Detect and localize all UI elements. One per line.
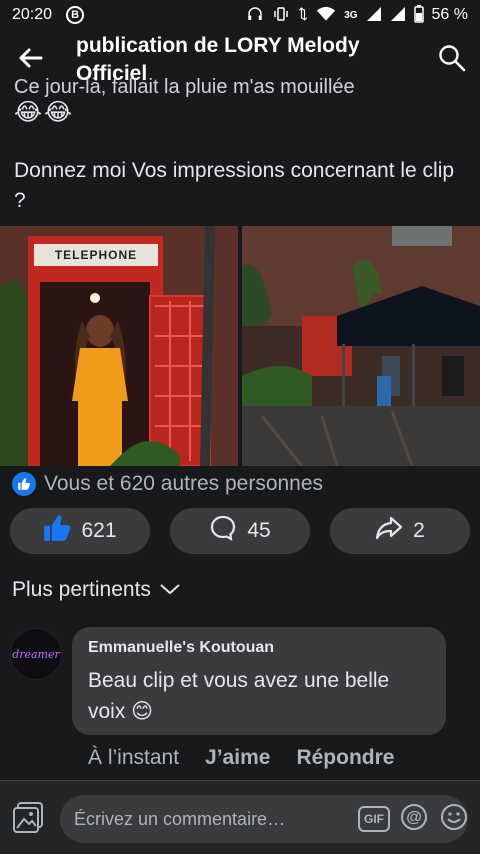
- reactions-summary[interactable]: Vous et 620 autres personnes: [12, 472, 323, 496]
- gif-icon: GIF: [358, 806, 390, 832]
- like-badge-icon: [12, 472, 36, 496]
- post-photo-telephone-booth[interactable]: TELEPHONE: [0, 226, 238, 466]
- post-photo-filming-set[interactable]: [242, 226, 480, 466]
- emoji-button[interactable]: [438, 803, 470, 835]
- telephone-sign: TELEPHONE: [54, 248, 138, 262]
- comment-like-button[interactable]: J’aime: [205, 746, 270, 770]
- battery-icon: [413, 4, 424, 26]
- comment-count: 45: [247, 519, 271, 542]
- comment-author[interactable]: Emmanuelle's Koutouan: [88, 639, 430, 657]
- at-sign-icon: @: [399, 802, 429, 837]
- post-actions: 621 45 2: [10, 508, 470, 554]
- post-photos: TELEPHONE: [0, 226, 480, 466]
- share-arrow-icon: [375, 514, 403, 548]
- wifi-icon: [316, 5, 336, 26]
- like-button[interactable]: 621: [10, 508, 150, 554]
- data-arrows-icon: [298, 5, 308, 26]
- signal-icon: [366, 6, 382, 25]
- photo-icon: [12, 802, 46, 839]
- post-emojis: 😂 😂: [14, 98, 72, 127]
- composer-tools: GIF @: [358, 803, 470, 835]
- comment-bubble: Emmanuelle's Koutouan Beau clip et vous …: [72, 627, 446, 735]
- battery-level: 56 %: [431, 6, 468, 23]
- comment-text: Beau clip et vous avez une belle voix 😊: [88, 669, 390, 723]
- search-button[interactable]: [434, 42, 470, 78]
- laughing-emoji-icon: 😂: [14, 99, 43, 126]
- share-button[interactable]: 2: [330, 508, 470, 554]
- comment-reply-button[interactable]: Répondre: [296, 746, 394, 770]
- gif-button[interactable]: GIF: [358, 803, 390, 835]
- avatar[interactable]: dreamer: [10, 628, 62, 680]
- post-text: Donnez moi Vos impressions concernant le…: [14, 159, 455, 212]
- reactions-summary-text: Vous et 620 autres personnes: [44, 472, 324, 495]
- status-bar: 20:20 B 3G 56 %: [0, 0, 480, 30]
- signal-icon-2: [390, 6, 406, 25]
- comment-bubble-icon: [209, 514, 237, 548]
- network-type: 3G: [344, 9, 358, 21]
- comment-sort-dropdown[interactable]: Plus pertinents: [12, 578, 181, 602]
- comment-time: À l’instant: [88, 746, 180, 769]
- comment-input-placeholder: Écrivez un commentaire…: [74, 808, 286, 829]
- post-text-partial: Ce jour-là, fallait la pluie m'as mouill…: [14, 76, 355, 98]
- thumbs-up-icon: [43, 514, 71, 548]
- mention-button[interactable]: @: [398, 803, 430, 835]
- vibrate-icon: [272, 5, 290, 26]
- svg-text:@: @: [406, 809, 422, 826]
- like-count: 621: [81, 519, 117, 542]
- comment-sort-label: Plus pertinents: [12, 578, 151, 601]
- share-count: 2: [413, 519, 425, 542]
- headphones-icon: [246, 5, 264, 26]
- chevron-down-icon: [159, 578, 181, 602]
- comment-button[interactable]: 45: [170, 508, 310, 554]
- laughing-emoji-icon: 😂: [44, 99, 73, 126]
- arrow-left-icon: [17, 47, 43, 74]
- search-icon: [438, 44, 466, 77]
- photo-attach-button[interactable]: [12, 801, 46, 835]
- smiley-icon: [439, 802, 469, 837]
- comment-meta: À l’instant J’aime Répondre: [88, 746, 394, 770]
- comment-composer: Écrivez un commentaire… GIF @: [0, 780, 480, 854]
- b-badge-icon: B: [66, 6, 85, 24]
- status-time: 20:20: [12, 6, 53, 23]
